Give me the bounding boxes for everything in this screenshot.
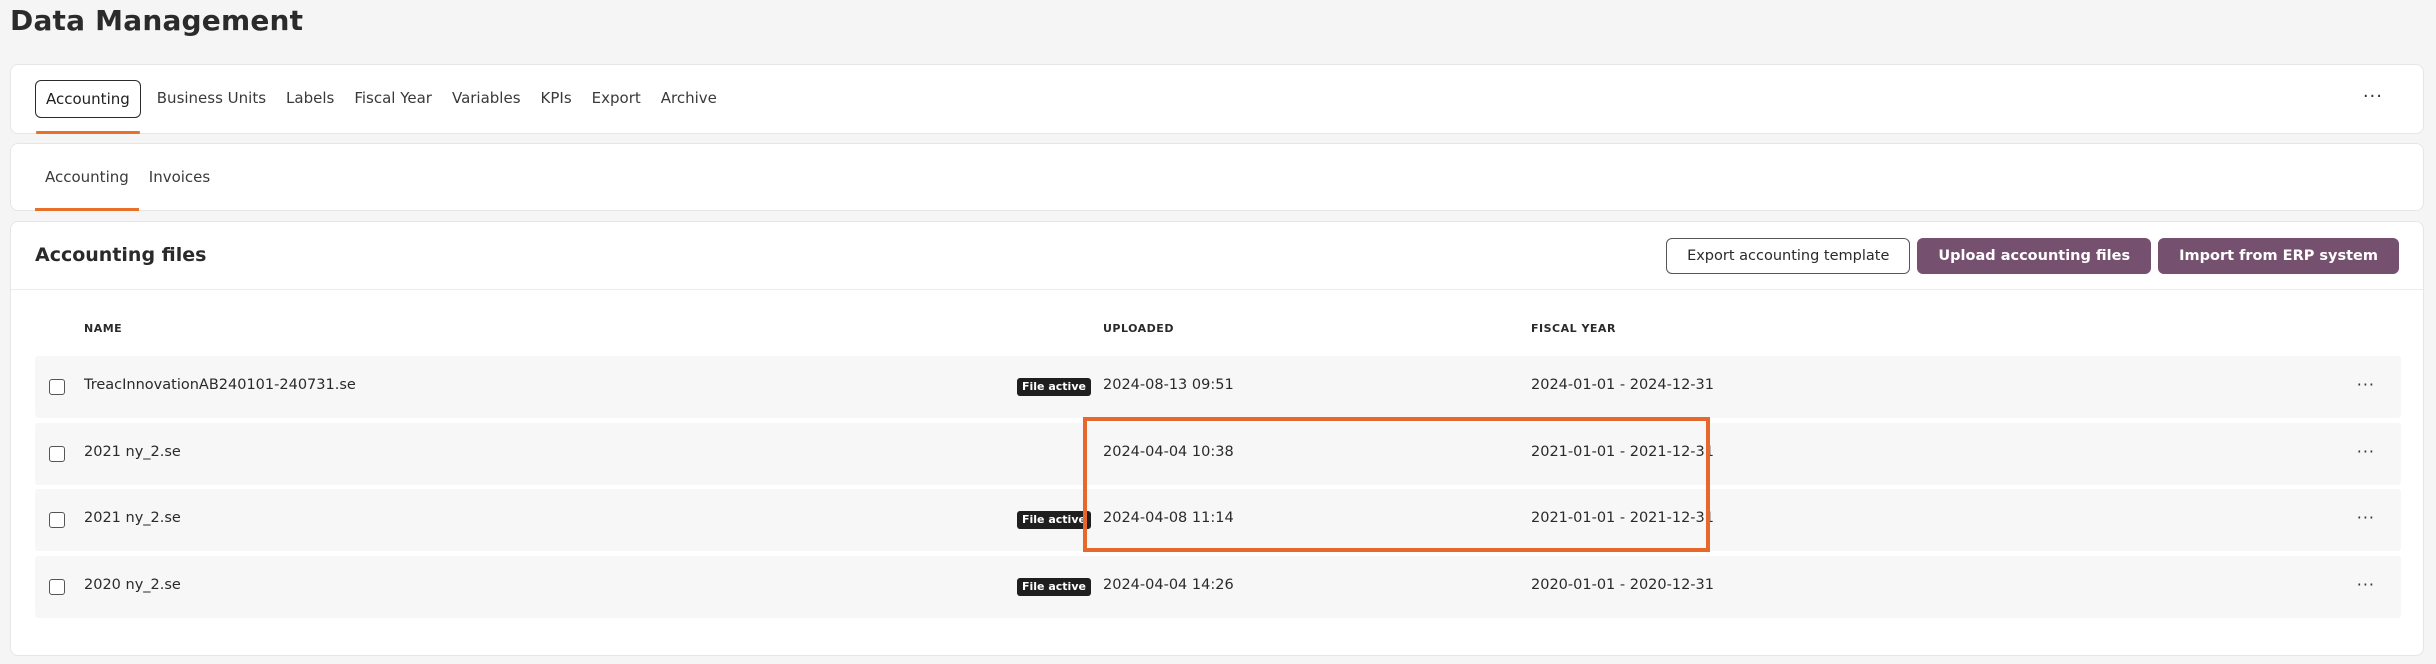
main-tabs: Accounting Business Units Labels Fiscal … <box>35 80 727 134</box>
row-checkbox[interactable] <box>49 579 65 595</box>
tab-archive[interactable]: Archive <box>651 80 727 118</box>
subtab-accounting[interactable]: Accounting <box>35 158 139 211</box>
fiscal-year: 2021-01-01 - 2021-12-31 <box>1531 510 1714 526</box>
file-active-badge: File active <box>1017 578 1091 596</box>
row-checkbox[interactable] <box>49 446 65 462</box>
file-active-badge: File active <box>1017 511 1091 529</box>
column-header-uploaded: UPLOADED <box>1103 322 1174 335</box>
files-actions: Export accounting template Upload accoun… <box>1666 238 2399 274</box>
accounting-files-card: Accounting files Export accounting templ… <box>10 221 2424 656</box>
fiscal-year: 2024-01-01 - 2024-12-31 <box>1531 377 1714 393</box>
main-tabs-card: Accounting Business Units Labels Fiscal … <box>10 64 2424 134</box>
sub-tabs-card: Accounting Invoices <box>10 143 2424 211</box>
more-options-icon[interactable]: ··· <box>2363 87 2383 107</box>
sub-tabs: Accounting Invoices <box>35 158 220 211</box>
export-template-button[interactable]: Export accounting template <box>1666 238 1911 274</box>
column-header-name: NAME <box>84 322 123 335</box>
file-active-badge: File active <box>1017 378 1091 396</box>
tab-fiscal-year[interactable]: Fiscal Year <box>344 80 442 118</box>
fiscal-year: 2020-01-01 - 2020-12-31 <box>1531 577 1714 593</box>
tab-variables[interactable]: Variables <box>442 80 531 118</box>
table-row[interactable]: TreacInnovationAB240101-240731.se File a… <box>35 356 2401 418</box>
row-checkbox[interactable] <box>49 379 65 395</box>
row-checkbox[interactable] <box>49 512 65 528</box>
row-more-icon[interactable]: ··· <box>2357 442 2375 461</box>
file-name: 2021 ny_2.se <box>84 510 181 526</box>
tab-labels[interactable]: Labels <box>276 80 344 118</box>
uploaded-date: 2024-04-04 10:38 <box>1103 444 1234 460</box>
row-more-icon[interactable]: ··· <box>2357 575 2375 594</box>
tab-kpis[interactable]: KPIs <box>531 80 582 118</box>
page-title: Data Management <box>10 4 304 37</box>
tab-export[interactable]: Export <box>582 80 651 118</box>
file-name: TreacInnovationAB240101-240731.se <box>84 377 356 393</box>
tab-business-units[interactable]: Business Units <box>147 80 276 118</box>
column-header-fiscal-year: FISCAL YEAR <box>1531 322 1616 335</box>
row-more-icon[interactable]: ··· <box>2357 375 2375 394</box>
import-erp-button[interactable]: Import from ERP system <box>2158 238 2399 274</box>
file-name: 2020 ny_2.se <box>84 577 181 593</box>
uploaded-date: 2024-04-04 14:26 <box>1103 577 1234 593</box>
table-row[interactable]: 2021 ny_2.se File active 2024-04-08 11:1… <box>35 489 2401 551</box>
table-row[interactable]: 2021 ny_2.se 2024-04-04 10:38 2021-01-01… <box>35 423 2401 485</box>
subtab-invoices[interactable]: Invoices <box>139 158 220 198</box>
tab-accounting[interactable]: Accounting <box>35 80 141 134</box>
files-header: Accounting files Export accounting templ… <box>11 222 2423 290</box>
table-row[interactable]: 2020 ny_2.se File active 2024-04-04 14:2… <box>35 556 2401 618</box>
row-more-icon[interactable]: ··· <box>2357 508 2375 527</box>
upload-files-button[interactable]: Upload accounting files <box>1917 238 2152 274</box>
uploaded-date: 2024-08-13 09:51 <box>1103 377 1234 393</box>
table-header: NAME UPLOADED FISCAL YEAR <box>35 322 2399 342</box>
files-title: Accounting files <box>35 244 207 266</box>
file-name: 2021 ny_2.se <box>84 444 181 460</box>
uploaded-date: 2024-04-08 11:14 <box>1103 510 1234 526</box>
fiscal-year: 2021-01-01 - 2021-12-31 <box>1531 444 1714 460</box>
